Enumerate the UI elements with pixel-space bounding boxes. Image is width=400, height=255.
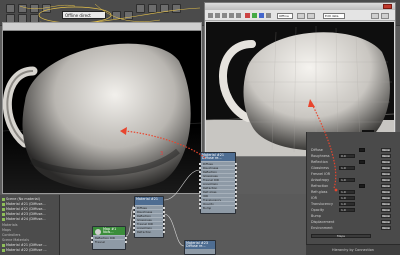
value-field[interactable]: 1.0 [339, 190, 355, 194]
clone-window-icon[interactable] [222, 13, 227, 18]
material-node-bottom[interactable]: Material #23 Diffuse re... [184, 240, 216, 255]
map-slot-button[interactable]: None [381, 178, 391, 182]
render-viewport-teapot: 3 [3, 31, 201, 193]
param-row[interactable]: Diffuse None [311, 148, 399, 153]
activeshade-icon[interactable] [124, 11, 133, 20]
param-row[interactable]: Glossiness 1.0 None [311, 166, 399, 171]
node-title: Material #21 [136, 197, 159, 201]
node-slot[interactable]: Bump [199, 205, 237, 210]
red-channel-icon[interactable] [245, 13, 250, 18]
save-image-icon[interactable] [208, 13, 213, 18]
activeshade-toolbar: Offline Edit data [205, 10, 395, 21]
clear-icon[interactable] [236, 13, 241, 18]
param-row[interactable]: Fresnel IOR None [311, 172, 399, 177]
param-row[interactable]: IOR 1.0 None [311, 196, 399, 201]
blue-channel-icon[interactable] [259, 13, 264, 18]
render-window-titlebar[interactable] [3, 23, 201, 31]
node-header[interactable]: Material #21 [135, 197, 163, 205]
map-slot-button[interactable]: None [381, 172, 391, 176]
render-preset-dropdown[interactable]: Offline direct [62, 11, 106, 19]
map-slot-button[interactable]: None [381, 154, 391, 158]
map-slot-button[interactable]: None [381, 190, 391, 194]
activeshade-titlebar[interactable] [205, 3, 395, 10]
curve-editor-icon[interactable] [160, 4, 169, 13]
material-node-top[interactable]: Material #21 Diffuse re... Diffuse Rough… [199, 152, 237, 214]
maps-rollout-bar[interactable]: Maps [311, 234, 371, 238]
map-slot-button[interactable]: None [381, 214, 391, 218]
node-header[interactable]: Material #23 Diffuse re... [185, 241, 215, 249]
activeshade-preset-dropdown[interactable]: Offline [277, 13, 293, 19]
edit-data-field[interactable]: Edit data [323, 13, 345, 19]
param-row[interactable]: Bump None [311, 214, 399, 219]
color-swatch[interactable] [359, 160, 365, 164]
select-tool-icon[interactable] [6, 4, 15, 13]
rotate-tool-icon[interactable] [30, 4, 39, 13]
param-row[interactable]: Refr.gloss 1.0 None [311, 190, 399, 195]
print-icon[interactable] [229, 13, 234, 18]
param-row[interactable]: Anisotropy 1.0 None [311, 178, 399, 183]
stop-button[interactable] [307, 13, 315, 19]
node-slot[interactable]: Fresnel [91, 239, 127, 244]
material-browser: Scene (No material) Material #21 (Diffus… [0, 195, 60, 255]
options-button[interactable] [371, 13, 379, 19]
list-item[interactable]: Material #22 (Diffuse ... [2, 248, 60, 253]
map-node-green[interactable]: Map #1 Nois... Reflection IOR Fresnel [91, 226, 127, 250]
material-node-main[interactable]: Material #21 Diffuse Roughness Reflectio… [133, 196, 165, 238]
render-frame-window[interactable]: 3 [2, 22, 202, 194]
value-field[interactable]: 1.0 [339, 166, 355, 170]
scale-tool-icon[interactable] [42, 4, 51, 13]
value-field[interactable]: 1.0 [339, 202, 355, 206]
alpha-channel-icon[interactable] [266, 13, 271, 18]
teapot-render-icon[interactable] [112, 11, 121, 20]
map-slot-button[interactable]: None [381, 208, 391, 212]
node-subtitle: Diffuse re... [202, 156, 222, 160]
map-slot-button[interactable]: None [381, 220, 391, 224]
map-slot-button[interactable]: None [381, 226, 391, 230]
green-channel-icon[interactable] [252, 13, 257, 18]
render-button[interactable] [297, 13, 305, 19]
value-field[interactable]: 1.0 [339, 196, 355, 200]
node-header[interactable]: Material #21 Diffuse re... [201, 153, 235, 161]
layers-icon[interactable] [148, 4, 157, 13]
pin-button[interactable] [381, 13, 389, 19]
param-row[interactable]: Translucency 1.0 None [311, 202, 399, 207]
param-row[interactable]: Displacement None [311, 220, 399, 225]
material-parameters-panel: Diffuse None Roughness 0.0 None Reflecti… [306, 132, 400, 255]
close-icon[interactable] [383, 4, 392, 9]
move-tool-icon[interactable] [18, 4, 27, 13]
schematic-view-icon[interactable] [172, 4, 181, 13]
value-field[interactable]: 1.0 [339, 178, 355, 182]
value-field[interactable]: 1.0 [339, 208, 355, 212]
param-row[interactable]: Reflection None [311, 160, 399, 165]
map-slot-button[interactable]: None [381, 202, 391, 206]
node-slot[interactable]: Refraction [133, 229, 165, 234]
param-row[interactable]: Roughness 0.0 None [311, 154, 399, 159]
node-subtitle: Diffuse re... [186, 244, 206, 248]
color-swatch[interactable] [359, 184, 365, 188]
node-subtitle: Nois... [103, 230, 114, 234]
map-slot-button[interactable]: None [381, 160, 391, 164]
list-item[interactable]: Material #24 (Diffuse... [2, 217, 60, 222]
material-editor-icon[interactable] [136, 4, 145, 13]
hierarchy-footer: Hierarchy by Connection [306, 244, 400, 255]
map-slot-button[interactable]: None [381, 148, 391, 152]
copy-image-icon[interactable] [215, 13, 220, 18]
param-row[interactable]: Refraction None [311, 184, 399, 189]
value-field[interactable]: 0.0 [339, 154, 355, 158]
map-slot-button[interactable]: None [381, 184, 391, 188]
svg-text:3: 3 [160, 151, 163, 157]
map-slot-button[interactable]: None [381, 196, 391, 200]
param-row[interactable]: Environment None [311, 226, 399, 231]
map-slot-button[interactable]: None [381, 166, 391, 170]
node-header[interactable]: Map #1 Nois... [93, 227, 125, 235]
color-swatch[interactable] [359, 148, 365, 152]
teapot-render-image: 3 [3, 31, 201, 193]
param-row[interactable]: Opacity 1.0 None [311, 208, 399, 213]
